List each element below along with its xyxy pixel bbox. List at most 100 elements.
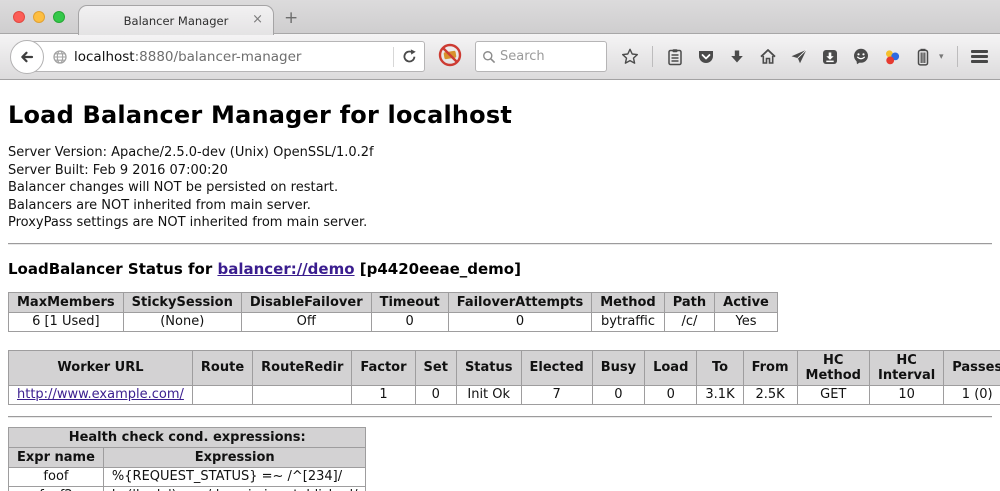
disable-failover-cell: Off	[241, 312, 371, 331]
column-header: Path	[664, 292, 714, 312]
failover-attempts-cell: 0	[448, 312, 592, 331]
expr-name-cell: foof	[9, 467, 104, 486]
health-check-table: Health check cond. expressions: Expr nam…	[8, 427, 366, 491]
from-cell: 2.5K	[743, 385, 797, 404]
worker-url-cell: http://www.example.com/	[9, 385, 193, 404]
notice-line: Balancer changes will NOT be persisted o…	[8, 179, 992, 197]
battery-icon[interactable]	[914, 48, 932, 66]
window-controls	[13, 11, 65, 23]
table-header-row: Worker URL Route RouteRedir Factor Set S…	[9, 350, 1000, 385]
back-arrow-icon	[18, 48, 36, 66]
column-header: Method	[592, 292, 664, 312]
column-header: Set	[415, 350, 456, 385]
elected-cell: 7	[521, 385, 592, 404]
column-header: FailoverAttempts	[448, 292, 592, 312]
column-header: RouteRedir	[253, 350, 352, 385]
search-input[interactable]	[500, 49, 590, 64]
worker-row: http://www.example.com/ 1 0 Init Ok 7 0 …	[9, 385, 1000, 404]
path-cell: /c/	[664, 312, 714, 331]
toolbar-separator	[652, 46, 653, 67]
expr-name-cell: foof2	[9, 486, 104, 491]
expression-cell: %{REQUEST_STATUS} =~ /^[234]/	[103, 467, 366, 486]
plugin-blocked-icon[interactable]	[437, 42, 463, 72]
worker-status-table: Worker URL Route RouteRedir Factor Set S…	[8, 350, 1000, 405]
balancer-settings-table: MaxMembers StickySession DisableFailover…	[8, 292, 778, 332]
reload-icon[interactable]	[401, 48, 418, 65]
chat-smiley-icon[interactable]	[852, 48, 870, 66]
column-header: HC Interval	[869, 350, 943, 385]
column-header: Worker URL	[9, 350, 193, 385]
column-header: From	[743, 350, 797, 385]
url-domain: localhost	[74, 49, 135, 65]
balancer-demo-link[interactable]: balancer://demo	[217, 260, 354, 278]
worker-url-link[interactable]: http://www.example.com/	[17, 387, 184, 402]
globe-icon	[52, 49, 68, 65]
column-header: Status	[456, 350, 521, 385]
home-icon[interactable]	[759, 48, 777, 66]
pocket-icon[interactable]	[697, 48, 715, 66]
notice-line: Balancers are NOT inherited from main se…	[8, 197, 992, 215]
status-cell: Init Ok	[456, 385, 521, 404]
minimize-window-button[interactable]	[33, 11, 45, 23]
column-header: Busy	[592, 350, 644, 385]
down-arrow-icon[interactable]	[728, 48, 746, 66]
toolbar-separator	[957, 46, 958, 67]
health-table-caption: Health check cond. expressions:	[9, 427, 366, 447]
column-header: Expression	[103, 447, 366, 467]
downloads-icon[interactable]	[821, 48, 839, 66]
new-tab-button[interactable]: +	[284, 8, 298, 28]
tab-balancer-manager[interactable]: Balancer Manager ×	[78, 5, 274, 35]
url-divider	[393, 47, 394, 67]
column-header: HC Method	[797, 350, 869, 385]
hc-interval-cell: 10	[869, 385, 943, 404]
bookmark-star-icon[interactable]	[621, 48, 639, 66]
hc-method-cell: GET	[797, 385, 869, 404]
column-header: Load	[645, 350, 697, 385]
menu-icon[interactable]	[971, 50, 988, 63]
url-path: :8880/balancer-manager	[135, 49, 302, 65]
tab-bar: Balancer Manager × +	[0, 0, 1000, 34]
table-header-row: MaxMembers StickySession DisableFailover…	[9, 292, 778, 312]
timeout-cell: 0	[371, 312, 448, 331]
close-window-button[interactable]	[13, 11, 25, 23]
sticky-session-cell: (None)	[123, 312, 241, 331]
column-header: StickySession	[123, 292, 241, 312]
colored-dots-icon[interactable]	[883, 48, 901, 66]
dropdown-caret-icon[interactable]: ▾	[939, 52, 944, 62]
toolbar-icons: ▾	[621, 46, 1000, 67]
server-built-line: Server Built: Feb 9 2016 07:00:20	[8, 162, 992, 180]
max-members-cell: 6 [1 Used]	[9, 312, 124, 331]
column-header: Elected	[521, 350, 592, 385]
zoom-window-button[interactable]	[53, 11, 65, 23]
method-cell: bytraffic	[592, 312, 664, 331]
page-content: Load Balancer Manager for localhost Serv…	[0, 80, 1000, 491]
balancer-status-heading: LoadBalancer Status for balancer://demo …	[8, 260, 992, 278]
table-caption-row: Health check cond. expressions:	[9, 427, 366, 447]
search-bar[interactable]	[475, 41, 607, 72]
server-version-line: Server Version: Apache/2.5.0-dev (Unix) …	[8, 144, 992, 162]
navigation-toolbar: localhost:8880/balancer-manager	[0, 34, 1000, 80]
tab-close-icon[interactable]: ×	[252, 13, 263, 27]
table-row: foof2 hc('body') =~ /domain is establish…	[9, 486, 366, 491]
status-heading-suffix: [p4420eeae_demo]	[355, 260, 521, 278]
load-cell: 0	[645, 385, 697, 404]
url-bar[interactable]: localhost:8880/balancer-manager	[27, 41, 425, 72]
column-header: MaxMembers	[9, 292, 124, 312]
server-info: Server Version: Apache/2.5.0-dev (Unix) …	[8, 144, 992, 232]
set-cell: 0	[415, 385, 456, 404]
column-header: DisableFailover	[241, 292, 371, 312]
column-header: Route	[192, 350, 252, 385]
section-divider	[8, 243, 992, 245]
column-header: Timeout	[371, 292, 448, 312]
reading-list-icon[interactable]	[666, 48, 684, 66]
to-cell: 3.1K	[697, 385, 743, 404]
busy-cell: 0	[592, 385, 644, 404]
active-cell: Yes	[715, 312, 778, 331]
search-icon	[482, 50, 496, 64]
back-button[interactable]	[10, 40, 44, 74]
status-heading-prefix: LoadBalancer Status for	[8, 260, 217, 278]
browser-window: Balancer Manager × + localhost:8880/bala…	[0, 0, 1000, 491]
send-icon[interactable]	[790, 48, 808, 66]
factor-cell: 1	[352, 385, 415, 404]
column-header: To	[697, 350, 743, 385]
